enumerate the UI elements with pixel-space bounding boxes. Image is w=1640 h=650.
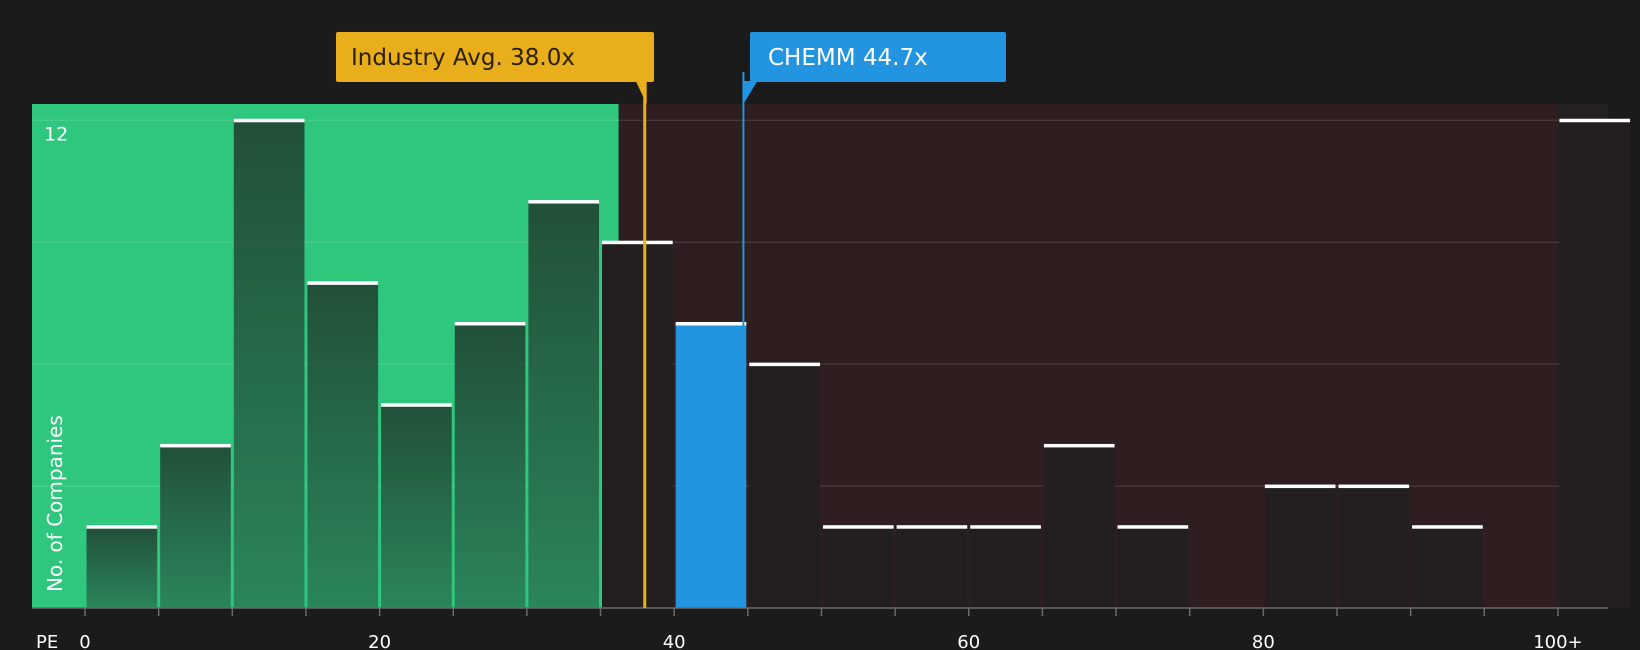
x-tick-label: 60 (957, 632, 980, 650)
bar-cap (528, 200, 600, 204)
bar (675, 323, 747, 608)
y-axis-label: No. of Companies (43, 415, 67, 592)
bar-cap (1412, 525, 1483, 529)
bar-cap (602, 240, 673, 245)
bar (528, 201, 600, 608)
x-tick-label: 80 (1252, 632, 1275, 650)
bar-cap (1559, 118, 1631, 123)
bar (822, 526, 894, 608)
bar (1559, 120, 1631, 609)
bar (160, 445, 231, 608)
bar-cap (1264, 484, 1336, 489)
bar (970, 526, 1041, 608)
pe-distribution-chart: 12 0 20 40 60 80 100+ Industry Avg. 38.0x CHEM… (32, 32, 1631, 650)
x-tick-label: 40 (663, 632, 686, 650)
bar-cap (86, 525, 158, 529)
bar (1117, 526, 1189, 608)
bar (1412, 526, 1483, 608)
bar-cap (233, 118, 305, 123)
bar (749, 364, 820, 608)
bar-cap (749, 362, 820, 367)
bar (86, 526, 158, 608)
bar-cap (822, 525, 894, 529)
x-tick-label: 100+ (1533, 632, 1582, 650)
bar-cap (1338, 484, 1410, 489)
bar-cap (1117, 525, 1189, 529)
bar (454, 323, 526, 608)
x-tick-label: 0 (79, 632, 90, 650)
bar-cap (1043, 443, 1115, 448)
bar (1043, 445, 1115, 608)
y-tick-label: 12 (44, 123, 68, 145)
x-axis: 0 20 40 60 80 100+ (32, 607, 1608, 650)
company-label: CHEMM 44.7x (768, 45, 928, 71)
bar-cap (970, 525, 1041, 529)
bar-cap (160, 443, 231, 448)
bar (1338, 486, 1410, 608)
bar-cap (454, 321, 526, 326)
x-tick-label: 20 (368, 632, 391, 650)
bar (233, 120, 305, 609)
bar (1264, 486, 1336, 608)
bar-cap (381, 403, 452, 407)
bar (307, 282, 379, 608)
bar (896, 526, 968, 608)
bar-cap (896, 525, 968, 529)
x-axis-label: PE (36, 632, 58, 650)
company-pointer (743, 81, 758, 104)
bar-cap (307, 281, 379, 285)
bar (381, 404, 452, 608)
bar-cap (675, 321, 747, 326)
industry-avg-label: Industry Avg. 38.0x (351, 45, 575, 71)
